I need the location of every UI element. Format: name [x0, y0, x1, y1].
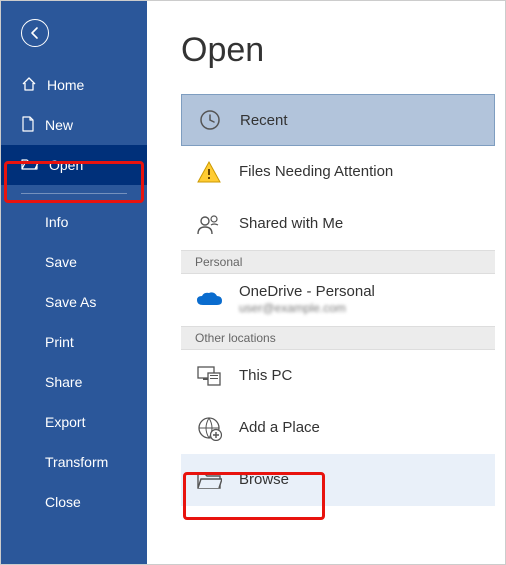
nav-share[interactable]: Share [1, 362, 147, 402]
location-onedrive-label: OneDrive - Personal [239, 283, 375, 301]
nav-new-label: New [45, 117, 73, 133]
location-shared[interactable]: Shared with Me [181, 198, 495, 250]
location-attention[interactable]: Files Needing Attention [181, 146, 495, 198]
backstage-sidebar: Home New Open Info Save Save As Print Sh… [1, 1, 147, 564]
pc-icon [195, 362, 223, 390]
nav-open[interactable]: Open [1, 145, 147, 185]
nav-new[interactable]: New [1, 105, 147, 145]
page-title: Open [181, 31, 495, 70]
location-recent-label: Recent [240, 112, 288, 129]
nav-open-label: Open [49, 157, 83, 173]
nav-home[interactable]: Home [1, 65, 147, 105]
group-header-other: Other locations [181, 326, 495, 350]
nav-print[interactable]: Print [1, 322, 147, 362]
document-icon [21, 116, 35, 135]
onedrive-icon [195, 286, 223, 314]
location-attention-label: Files Needing Attention [239, 163, 393, 180]
home-icon [21, 76, 37, 95]
nav-close[interactable]: Close [1, 482, 147, 522]
nav-home-label: Home [47, 77, 84, 93]
back-button[interactable] [21, 19, 49, 47]
locations-list: Recent Files Needing Attention Shared wi… [181, 94, 495, 506]
location-recent[interactable]: Recent [181, 94, 495, 146]
location-addplace[interactable]: Add a Place [181, 402, 495, 454]
nav-export[interactable]: Export [1, 402, 147, 442]
location-onedrive[interactable]: OneDrive - Personal user@example.com [181, 274, 495, 326]
nav-info[interactable]: Info [1, 202, 147, 242]
group-header-personal: Personal [181, 250, 495, 274]
nav-save-as[interactable]: Save As [1, 282, 147, 322]
location-shared-label: Shared with Me [239, 215, 343, 232]
folder-icon [195, 466, 223, 494]
back-arrow-icon [28, 26, 42, 40]
location-thispc[interactable]: This PC [181, 350, 495, 402]
clock-icon [196, 106, 224, 134]
warning-icon [195, 158, 223, 186]
location-browse[interactable]: Browse [181, 454, 495, 506]
location-addplace-label: Add a Place [239, 419, 320, 436]
nav-save[interactable]: Save [1, 242, 147, 282]
location-browse-label: Browse [239, 471, 289, 488]
folder-open-icon [21, 157, 39, 174]
nav-transform[interactable]: Transform [1, 442, 147, 482]
add-place-icon [195, 414, 223, 442]
location-thispc-label: This PC [239, 367, 292, 384]
open-panel: Open Recent Files Needing Attention Shar… [147, 1, 505, 564]
location-onedrive-account: user@example.com [239, 301, 375, 315]
nav-separator [21, 193, 127, 194]
people-icon [195, 210, 223, 238]
